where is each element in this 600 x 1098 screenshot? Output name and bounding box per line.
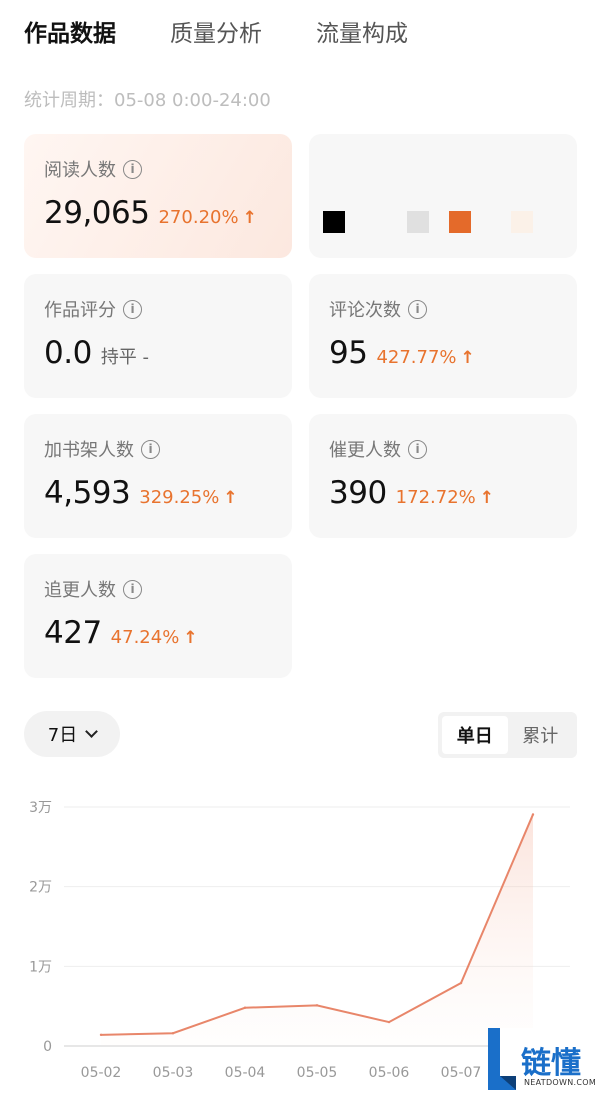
arrow-up-icon: ↑ (460, 348, 475, 368)
info-icon[interactable]: i (141, 439, 160, 459)
toggle-daily[interactable]: 单日 (442, 716, 508, 754)
data-point (387, 1020, 391, 1024)
tab-quality-analysis[interactable]: 质量分析 (170, 14, 262, 48)
metric-value: 0.0 (44, 335, 92, 371)
x-tick-label: 05-07 (441, 1065, 482, 1081)
tab-traffic-composition[interactable]: 流量构成 (316, 14, 408, 48)
top-tabs: 作品数据 质量分析 流量构成 (24, 14, 408, 48)
arrow-up-icon: ↑ (183, 628, 198, 648)
x-tick-label: 05-04 (225, 1065, 266, 1081)
info-icon[interactable]: i (123, 579, 142, 599)
date-range-dropdown[interactable]: 7日 (24, 711, 120, 757)
metric-card-rating[interactable]: 作品评分 i 0.0 持平 - (24, 274, 292, 398)
data-point (243, 1006, 247, 1009)
metric-change: 270.20% (158, 207, 239, 228)
watermark-logo: 链懂 NEATDOWN.COM (488, 1028, 600, 1098)
series-area (101, 814, 533, 1046)
metric-label: 阅读人数 (44, 160, 116, 181)
metric-change: 329.25% (139, 487, 220, 508)
y-tick-label: 1万 (29, 959, 52, 975)
swatch (511, 211, 533, 233)
arrow-up-icon: ↑ (242, 208, 257, 228)
data-point (315, 1004, 319, 1007)
arrow-up-icon: ↑ (479, 488, 495, 508)
toggle-cumulative[interactable]: 累计 (508, 716, 574, 754)
date-range-label: 7日 (47, 725, 78, 746)
data-point (459, 981, 463, 985)
metric-change: 47.24% (110, 627, 180, 648)
metric-value: 29,065 (44, 195, 150, 231)
metric-card-urge-updates[interactable]: 催更人数 i 390 172.72% ↑ (309, 414, 577, 538)
x-tick-label: 05-05 (297, 1065, 338, 1081)
daily-cumulative-toggle: 单日 累计 (438, 712, 577, 758)
l-logo-icon (488, 1028, 516, 1090)
metric-card-reads[interactable]: 阅读人数 i 29,065 270.20% ↑ (24, 134, 292, 258)
metric-change: 427.77% (376, 347, 457, 368)
metric-value: 95 (329, 335, 368, 371)
statistics-period: 统计周期：05-08 0:00-24:00 (24, 90, 271, 111)
metric-value: 390 (329, 475, 387, 511)
info-icon[interactable]: i (123, 159, 142, 179)
metric-value: 4,593 (44, 475, 131, 511)
info-icon[interactable]: i (408, 439, 427, 459)
y-tick-label: 2万 (29, 880, 52, 896)
metric-change: 持平 - (100, 347, 150, 368)
data-point (99, 1033, 103, 1037)
y-tick-label: 0 (43, 1039, 52, 1055)
info-icon[interactable]: i (123, 299, 142, 319)
watermark-brand: 链懂 (521, 1046, 581, 1081)
metric-card-obscured (309, 134, 577, 258)
metric-value: 427 (44, 615, 102, 651)
chevron-down-icon (85, 725, 99, 738)
arrow-up-icon: ↑ (223, 488, 238, 508)
metric-card-bookshelf[interactable]: 加书架人数 i 4,593 329.25% ↑ (24, 414, 292, 538)
metric-label: 追更人数 (44, 580, 116, 601)
tab-work-data[interactable]: 作品数据 (24, 14, 116, 48)
x-tick-label: 05-03 (153, 1065, 194, 1081)
metric-change: 172.72% (395, 487, 476, 508)
swatch (323, 211, 345, 233)
metric-label: 加书架人数 (44, 440, 134, 461)
metric-label: 作品评分 (44, 300, 116, 321)
metric-card-comments[interactable]: 评论次数 i 95 427.77% ↑ (309, 274, 577, 398)
watermark-site: NEATDOWN.COM (524, 1078, 597, 1087)
info-icon[interactable]: i (408, 299, 427, 319)
swatch (449, 211, 471, 233)
data-point (171, 1032, 175, 1035)
y-tick-label: 3万 (29, 800, 52, 816)
work-data-page: 作品数据 质量分析 流量构成 统计周期：05-08 0:00-24:00 阅读人… (0, 0, 600, 1098)
x-tick-label: 05-02 (81, 1065, 122, 1081)
data-point (531, 813, 535, 816)
x-tick-label: 05-06 (369, 1065, 410, 1081)
swatch (407, 211, 429, 233)
metric-label: 催更人数 (329, 440, 401, 461)
metric-card-followers[interactable]: 追更人数 i 427 47.24% ↑ (24, 554, 292, 678)
metric-label: 评论次数 (329, 300, 401, 321)
